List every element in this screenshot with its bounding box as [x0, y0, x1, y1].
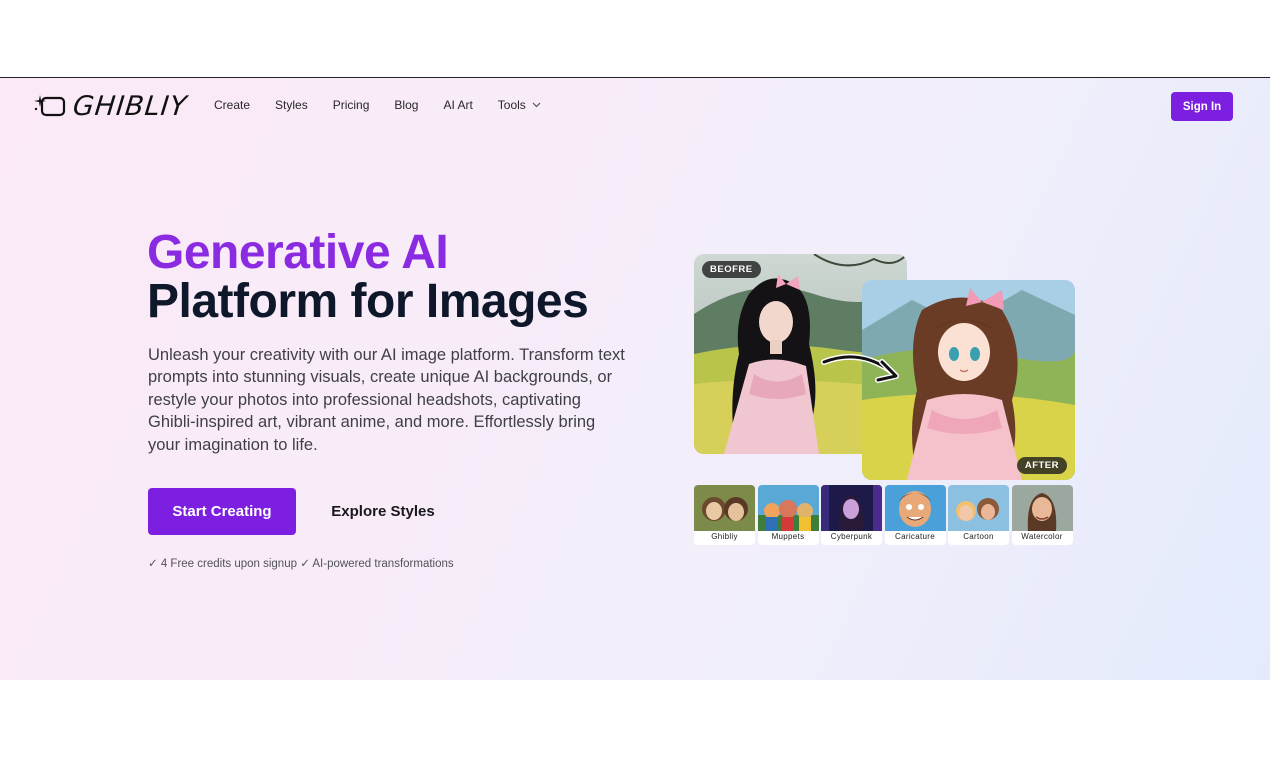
style-label: Cartoon — [963, 532, 994, 541]
watercolor-thumbnail — [1011, 485, 1073, 531]
nav-create[interactable]: Create — [214, 98, 250, 112]
brand-logo[interactable]: GHIBLIY — [33, 90, 189, 122]
style-watercolor[interactable]: Watercolor — [1011, 485, 1073, 545]
chevron-down-icon — [532, 102, 541, 108]
cyberpunk-thumbnail — [821, 485, 882, 531]
transform-arrow-icon — [821, 353, 899, 383]
hero-title-accent: Generative AI — [147, 226, 449, 279]
nav-tools-label: Tools — [497, 98, 526, 112]
nav-pricing[interactable]: Pricing — [333, 98, 370, 112]
style-cartoon[interactable]: Cartoon — [948, 485, 1009, 545]
site-header: GHIBLIY Create Styles Pricing Blog AI Ar… — [0, 78, 1270, 136]
brand-name: GHIBLIY — [71, 90, 189, 122]
explore-styles-button[interactable]: Explore Styles — [310, 488, 456, 535]
before-badge: BEOFRE — [702, 261, 761, 278]
style-caricature[interactable]: Caricature — [884, 485, 946, 545]
style-muppets[interactable]: Muppets — [757, 485, 819, 545]
style-label: Caricature — [895, 532, 935, 541]
style-label: Cyberpunk — [830, 532, 873, 541]
cartoon-thumbnail — [948, 485, 1009, 531]
start-creating-button[interactable]: Start Creating — [148, 488, 296, 535]
after-badge: AFTER — [1016, 457, 1067, 474]
muppets-thumbnail — [757, 485, 819, 531]
style-ghibliy[interactable]: Ghibliy — [694, 485, 755, 545]
hero-title-main: Platform for Images — [147, 275, 589, 328]
browser-viewport: GHIBLIY Create Styles Pricing Blog AI Ar… — [0, 77, 1270, 680]
main-nav: Create Styles Pricing Blog AI Art Tools — [214, 98, 566, 112]
hero-title: Generative AI Platform for Images — [147, 226, 589, 328]
page: GHIBLIY Create Styles Pricing Blog AI Ar… — [0, 0, 1270, 760]
style-label: Ghibliy — [711, 532, 738, 541]
style-label: Muppets — [771, 532, 805, 541]
nav-tools[interactable]: Tools — [498, 98, 541, 112]
nav-styles[interactable]: Styles — [275, 98, 308, 112]
style-label: Watercolor — [1021, 532, 1063, 541]
logo-mark-icon — [34, 95, 66, 117]
nav-blog[interactable]: Blog — [394, 98, 418, 112]
hero-description: Unleash your creativity with our AI imag… — [148, 346, 625, 454]
style-cyberpunk[interactable]: Cyberpunk — [821, 485, 882, 545]
nav-ai-art[interactable]: AI Art — [443, 98, 472, 112]
ghibliy-thumbnail — [694, 485, 755, 531]
style-thumbnails: Ghibliy Muppets Cyberpunk Caricature Car… — [694, 485, 1075, 545]
sign-in-button[interactable]: Sign In — [1171, 92, 1233, 121]
caricature-thumbnail — [884, 485, 946, 531]
signup-perks: ✓ 4 Free credits upon signup ✓ AI-powere… — [148, 558, 454, 570]
